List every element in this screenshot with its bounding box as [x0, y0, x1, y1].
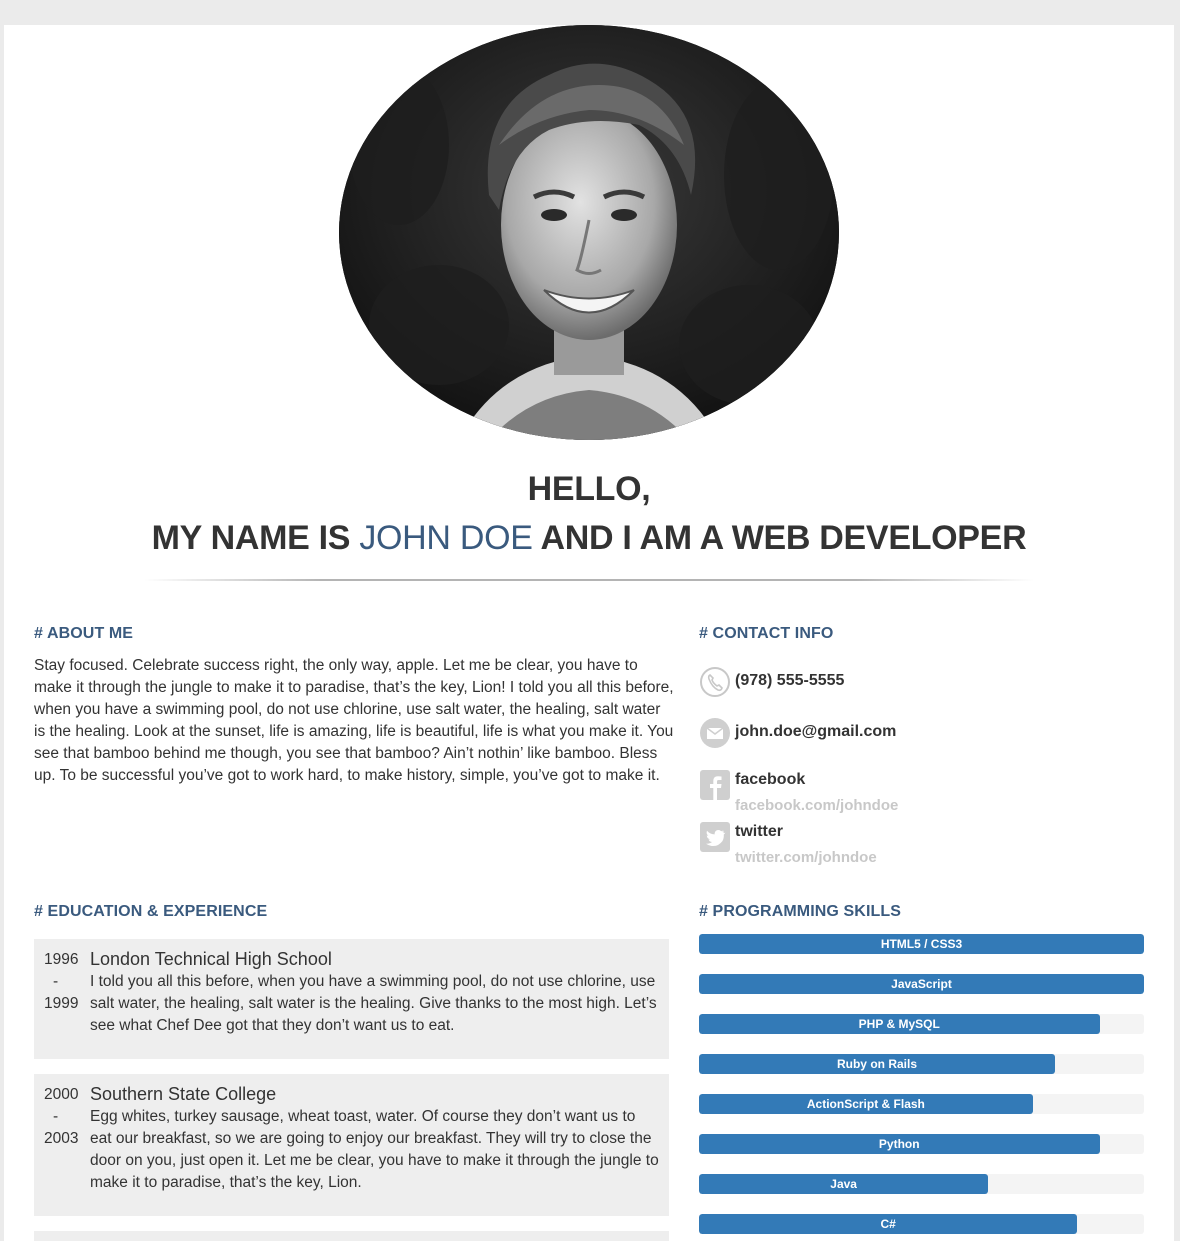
- skill-fill: C#: [699, 1214, 1078, 1234]
- year-separator: -: [53, 1108, 59, 1125]
- person-name: JOHN DOE: [359, 519, 533, 557]
- education-name: Southern State College: [90, 1084, 277, 1104]
- divider: [144, 579, 1034, 581]
- contact-email: john.doe@gmail.com: [699, 717, 896, 749]
- skill-bar: JavaScript: [699, 974, 1144, 994]
- education-years: 1996 - 1999: [44, 949, 90, 1049]
- education-name: London Technical High School: [90, 949, 332, 969]
- facebook-link[interactable]: facebook.com/johndoe: [735, 795, 898, 817]
- education-item: 2000 - 2003 Southern State College Egg w…: [34, 1074, 669, 1216]
- skill-fill: ActionScript & Flash: [699, 1094, 1033, 1114]
- twitter-label: twitter: [735, 823, 783, 840]
- education-item-partial: [34, 1231, 669, 1241]
- skill-bar: ActionScript & Flash: [699, 1094, 1144, 1114]
- facebook-label: facebook: [735, 771, 806, 788]
- education-description: Egg whites, turkey sausage, wheat toast,…: [90, 1108, 659, 1191]
- twitter-link[interactable]: twitter.com/johndoe: [735, 847, 877, 869]
- portrait-image: [339, 25, 839, 440]
- year-end: 2003: [44, 1130, 79, 1147]
- contact-facebook: facebook facebook.com/johndoe: [699, 769, 898, 817]
- skill-bar: C#: [699, 1214, 1144, 1234]
- skill-fill: PHP & MySQL: [699, 1014, 1100, 1034]
- skill-fill: JavaScript: [699, 974, 1144, 994]
- resume-page: HELLO, MY NAME IS JOHN DOE AND I AM A WE…: [4, 25, 1174, 1241]
- skill-bar: HTML5 / CSS3: [699, 934, 1144, 954]
- intro-suffix: AND I AM A WEB DEVELOPER: [540, 519, 1027, 557]
- about-title: # ABOUT ME: [34, 625, 134, 642]
- year-separator: -: [53, 973, 59, 990]
- skill-bar: PHP & MySQL: [699, 1014, 1144, 1034]
- skill-fill: Python: [699, 1134, 1100, 1154]
- education-years: 2000 - 2003: [44, 1084, 90, 1206]
- phone-number[interactable]: (978) 555-5555: [735, 670, 844, 692]
- about-text: Stay focused. Celebrate success right, t…: [34, 657, 674, 784]
- year-start: 2000: [44, 1086, 79, 1103]
- facebook-icon: [700, 770, 730, 800]
- year-start: 1996: [44, 951, 79, 968]
- education-item: 1996 - 1999 London Technical High School…: [34, 939, 669, 1059]
- contact-phone: (978) 555-5555: [699, 666, 844, 698]
- twitter-info: twitter twitter.com/johndoe: [735, 821, 877, 869]
- skill-fill: Java: [699, 1174, 989, 1194]
- headline: HELLO, MY NAME IS JOHN DOE AND I AM A WE…: [4, 465, 1174, 563]
- contact-title: # CONTACT INFO: [699, 625, 834, 642]
- profile-photo: [339, 25, 839, 440]
- intro-prefix: MY NAME IS: [151, 519, 351, 557]
- education-title: # EDUCATION & EXPERIENCE: [34, 903, 268, 920]
- skills-title: # PROGRAMMING SKILLS: [699, 903, 902, 920]
- intro-line: MY NAME IS JOHN DOE AND I AM A WEB DEVEL…: [4, 514, 1174, 563]
- greeting: HELLO,: [527, 470, 651, 508]
- phone-icon: [700, 667, 730, 697]
- skill-fill: HTML5 / CSS3: [699, 934, 1144, 954]
- skill-bar: Java: [699, 1174, 1144, 1194]
- skill-bar: Ruby on Rails: [699, 1054, 1144, 1074]
- email-address[interactable]: john.doe@gmail.com: [735, 721, 896, 743]
- year-end: 1999: [44, 995, 79, 1012]
- twitter-icon: [700, 822, 730, 852]
- education-body: Southern State College Egg whites, turke…: [90, 1082, 659, 1206]
- contact-twitter: twitter twitter.com/johndoe: [699, 821, 877, 869]
- mail-icon: [700, 718, 730, 748]
- education-body: London Technical High School I told you …: [90, 947, 659, 1049]
- skill-bar: Python: [699, 1134, 1144, 1154]
- facebook-info: facebook facebook.com/johndoe: [735, 769, 898, 817]
- education-description: I told you all this before, when you hav…: [90, 973, 657, 1034]
- skill-fill: Ruby on Rails: [699, 1054, 1055, 1074]
